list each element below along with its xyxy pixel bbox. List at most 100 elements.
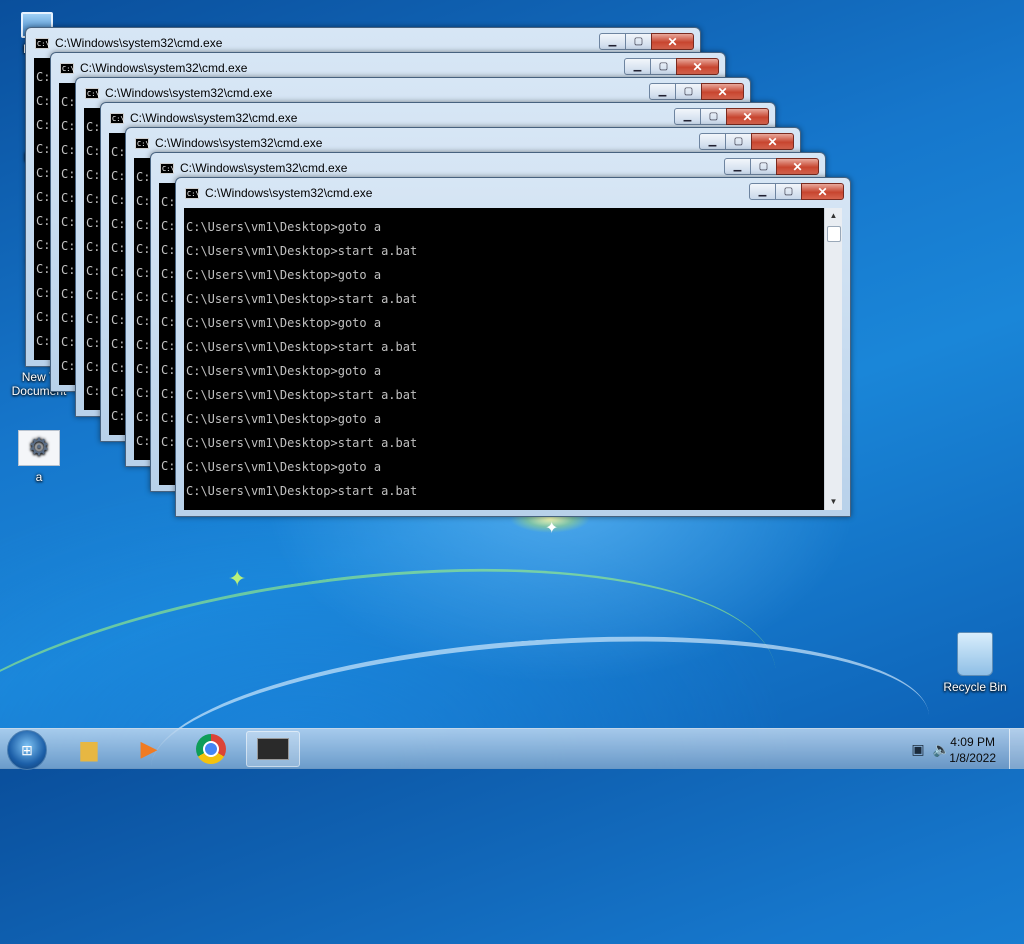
start-button[interactable]: ⊞ [7,730,47,770]
console-line: C: [161,243,176,257]
minimize-button[interactable]: ▁ [749,183,776,200]
chrome-icon [196,734,226,764]
maximize-button[interactable]: ▢ [675,83,702,100]
console-line: C: [86,240,101,254]
console-line: C: [136,218,151,232]
console-line: C: [36,94,51,108]
minimize-button[interactable]: ▁ [599,33,626,50]
taskbar-media-player-button[interactable]: ▶ [122,731,176,767]
volume-icon[interactable]: 🔈 [933,741,950,758]
desktop-icon-recycle-bin[interactable]: Recycle Bin [938,632,1012,694]
cmd-icon: C:\ [135,138,150,149]
vertical-scrollbar[interactable]: ▲ ▼ [824,208,842,510]
console-line: C: [86,360,101,374]
maximize-button[interactable]: ▢ [700,108,727,125]
close-button[interactable]: ✕ [701,83,744,100]
console-output[interactable]: C:\Users\vm1\Desktop>goto a C:\Users\vm1… [184,208,842,510]
console-line: C: [36,334,51,348]
taskbar-chrome-button[interactable] [184,731,238,767]
console-line: C: [136,410,151,424]
console-line: C: [136,314,151,328]
console-line: C: [36,286,51,300]
minimize-button[interactable]: ▁ [624,58,651,75]
console-line: C:\Users\vm1\Desktop>goto a [186,364,382,378]
console-line: C: [61,167,76,181]
maximize-button[interactable]: ▢ [750,158,777,175]
maximize-button[interactable]: ▢ [775,183,802,200]
console-line: C:\Users\vm1\Desktop>start a.bat [186,436,418,450]
console-line: C: [161,219,176,233]
console-line: C:\Users\vm1\Desktop>goto a [186,220,382,234]
console-line: C: [86,144,101,158]
maximize-icon: ▢ [758,161,769,172]
taskbar-cmd-button[interactable] [246,731,300,767]
minimize-icon: ▁ [683,111,692,122]
console-line: C: [36,310,51,324]
console-line: C: [136,194,151,208]
recycle-bin-icon [957,632,993,676]
maximize-icon: ▢ [783,186,794,197]
console-line: C: [61,359,76,373]
clock[interactable]: 4:09 PM 1/8/2022 [949,734,996,766]
console-line: C:\Users\vm1\Desktop>start a.bat [186,388,418,402]
console-line: C: [136,266,151,280]
maximize-icon: ▢ [708,111,719,122]
minimize-icon: ▁ [708,136,717,147]
close-button[interactable]: ✕ [751,133,794,150]
taskbar: ⊞ ▆ ▶ ▣ 🔈 4:09 PM 1/8/2022 [0,728,1024,770]
close-icon: ✕ [817,184,828,199]
console-line: C: [86,168,101,182]
close-icon: ✕ [742,109,753,124]
cmd-icon: C:\ [185,188,200,199]
maximize-button[interactable]: ▢ [725,133,752,150]
close-button[interactable]: ✕ [726,108,769,125]
console-line: C: [86,312,101,326]
cmd-icon: C:\ [160,163,175,174]
show-desktop-button[interactable] [1009,729,1024,769]
batch-file-gear-icon: ⚙ [18,430,60,466]
console-line: C: [111,313,126,327]
cmd-window-active[interactable]: C:\ C:\Windows\system32\cmd.exe ▁ ▢ ✕ C:… [175,177,851,517]
console-line: C: [61,335,76,349]
close-button[interactable]: ✕ [776,158,819,175]
console-line: C:\Users\vm1\Desktop>start a.bat [186,340,418,354]
title-bar[interactable]: C:\ C:\Windows\system32\cmd.exe ▁ ▢ ✕ [176,178,850,206]
console-line: C: [86,288,101,302]
console-line: C:\Users\vm1\Desktop>start a.bat [186,244,418,258]
window-title: C:\Windows\system32\cmd.exe [180,161,348,175]
console-line: C: [161,339,176,353]
console-line: C: [36,142,51,156]
close-button[interactable]: ✕ [801,183,844,200]
scroll-down-arrow-icon[interactable]: ▼ [825,494,842,510]
close-button[interactable]: ✕ [651,33,694,50]
maximize-button[interactable]: ▢ [650,58,677,75]
maximize-icon: ▢ [633,36,644,47]
console-line: C: [86,384,101,398]
console-line: C: [36,358,50,360]
close-icon: ✕ [792,159,803,174]
minimize-button[interactable]: ▁ [724,158,751,175]
minimize-button[interactable]: ▁ [674,108,701,125]
console-line: C: [111,409,126,423]
console-line: C: [61,215,76,229]
cmd-taskbar-icon [257,738,289,760]
console-line: C: [86,192,101,206]
close-button[interactable]: ✕ [676,58,719,75]
clock-date: 1/8/2022 [949,751,996,765]
desktop-icon-a[interactable]: ⚙ a [2,430,76,484]
taskbar-explorer-button[interactable]: ▆ [62,731,116,767]
console-line: C: [36,238,51,252]
scroll-up-arrow-icon[interactable]: ▲ [825,208,842,224]
console-line: C: [111,361,126,375]
console-line: C: [136,290,151,304]
maximize-button[interactable]: ▢ [625,33,652,50]
minimize-button[interactable]: ▁ [649,83,676,100]
console-line: C: [61,239,76,253]
console-line: C: [136,170,151,184]
scrollbar-thumb[interactable] [827,226,841,242]
network-icon[interactable]: ▣ [911,741,924,758]
console-line: C: [86,336,101,350]
console-line: C: [36,214,51,228]
minimize-button[interactable]: ▁ [699,133,726,150]
folder-icon: ▆ [80,736,98,761]
